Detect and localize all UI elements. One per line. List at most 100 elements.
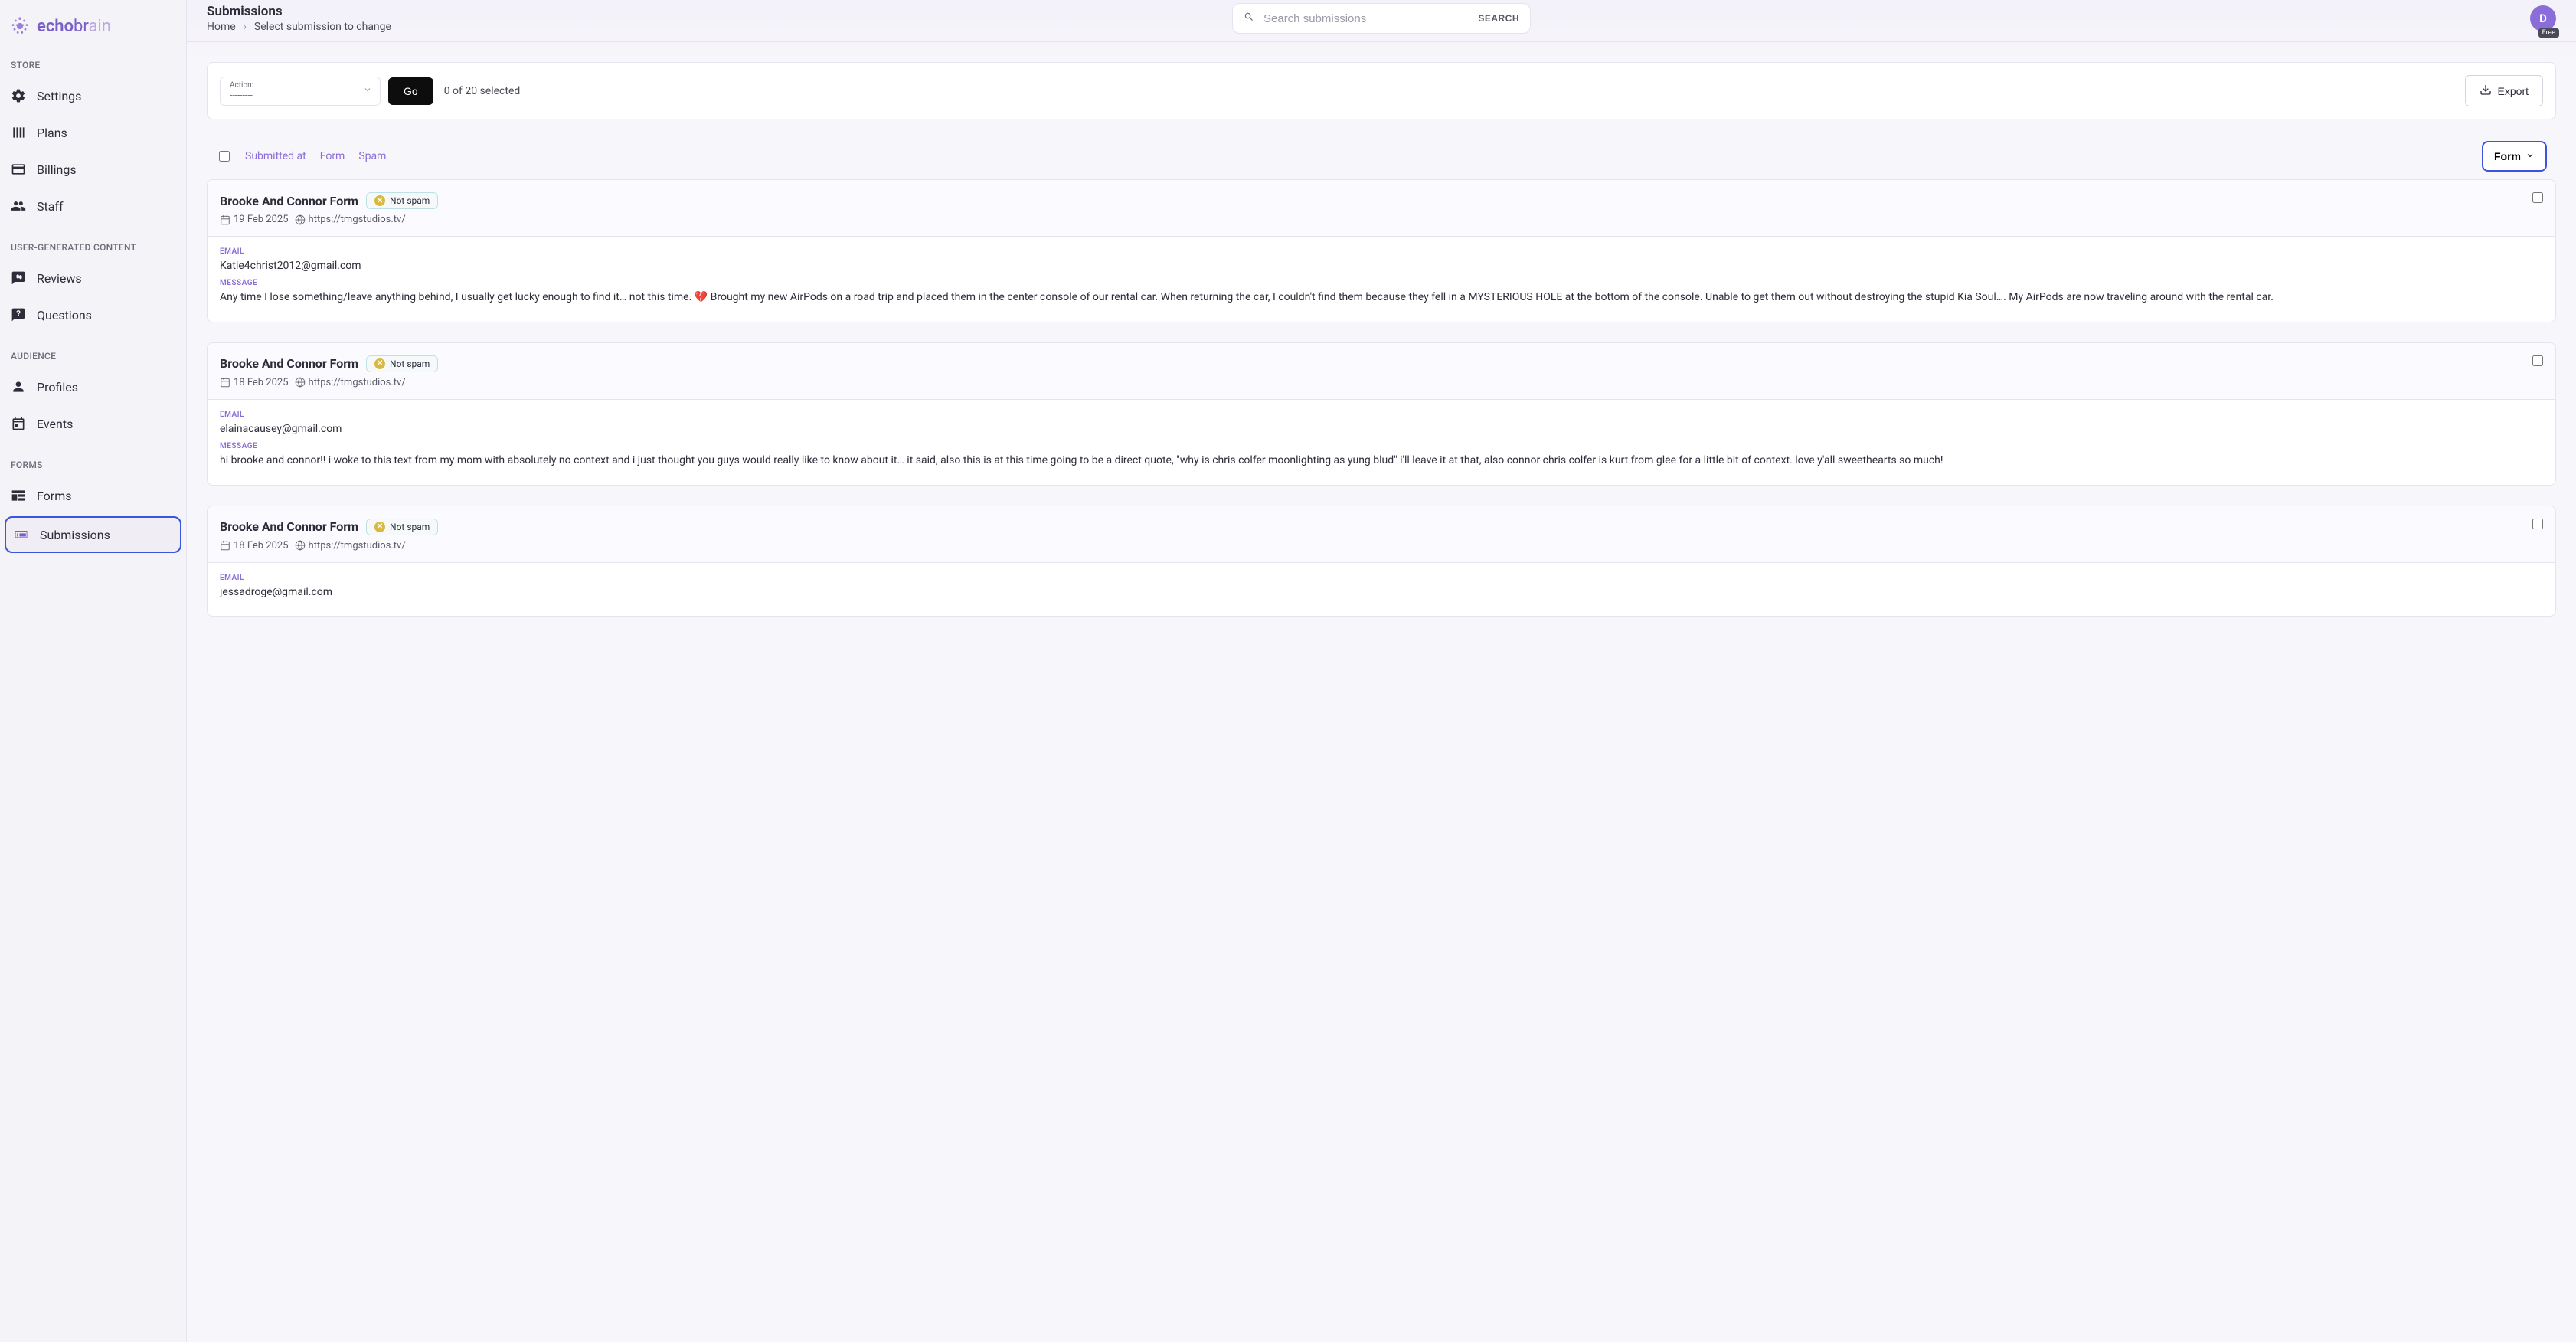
selection-count: 0 of 20 selected	[444, 85, 521, 97]
section-label-forms: FORMS	[0, 460, 186, 476]
sidebar-item-label: Billings	[37, 162, 77, 177]
table-controls: Submitted at Form Spam Form	[207, 141, 2556, 179]
submission-date: 18 Feb 2025	[220, 540, 289, 552]
chevron-down-icon	[2525, 150, 2535, 162]
sidebar-item-label: Submissions	[40, 528, 110, 542]
submission-card-body: EMAIL jessadroge@gmail.com	[208, 563, 2555, 616]
sidebar-item-settings[interactable]: Settings	[0, 78, 186, 113]
people-icon	[11, 198, 26, 214]
submission-card-header: Brooke And Connor Form ✕ Not spam 18 Feb…	[208, 506, 2555, 563]
sidebar-item-questions[interactable]: Questions	[0, 297, 186, 332]
submission-card: Brooke And Connor Form ✕ Not spam 18 Feb…	[207, 506, 2556, 617]
calendar-icon	[220, 540, 230, 551]
globe-icon	[295, 540, 306, 551]
email-label: EMAIL	[220, 574, 2543, 582]
sidebar-item-submissions[interactable]: Submissions	[5, 516, 181, 553]
export-button[interactable]: Export	[2465, 75, 2543, 106]
submission-message: Any time I lose something/leave anything…	[220, 289, 2543, 306]
main-content: Submissions Home › Select submission to …	[187, 0, 2576, 1342]
brand-logo-icon	[9, 15, 31, 37]
submission-card-body: EMAIL elainacausey@gmail.com MESSAGE hi …	[208, 400, 2555, 485]
message-label: MESSAGE	[220, 442, 2543, 450]
sidebar-item-profiles[interactable]: Profiles	[0, 369, 186, 404]
submission-form-name[interactable]: Brooke And Connor Form	[220, 356, 358, 371]
avatar-plan-badge: Free	[2538, 28, 2559, 38]
submission-message: hi brooke and connor!! i woke to this te…	[220, 452, 2543, 469]
brand-name: echobrain	[37, 17, 111, 36]
spam-badge[interactable]: ✕ Not spam	[366, 355, 438, 372]
search-icon	[1244, 11, 1254, 25]
sidebar-item-billings[interactable]: Billings	[0, 152, 186, 187]
form-icon	[11, 488, 26, 503]
spam-badge-label: Not spam	[390, 358, 430, 369]
sidebar-item-reviews[interactable]: Reviews	[0, 260, 186, 296]
export-button-label: Export	[2498, 85, 2529, 97]
sidebar-item-label: Profiles	[37, 380, 78, 394]
avatar-container[interactable]: D Free	[2530, 5, 2556, 31]
sidebar-item-label: Plans	[37, 126, 67, 140]
action-select-value: ---------	[230, 90, 371, 100]
event-icon	[11, 416, 26, 431]
select-all-checkbox[interactable]	[219, 151, 230, 162]
download-icon	[2480, 83, 2492, 98]
sort-form[interactable]: Form	[320, 150, 345, 162]
header: Submissions Home › Select submission to …	[187, 0, 2576, 42]
submission-form-name[interactable]: Brooke And Connor Form	[220, 519, 358, 534]
action-select-label: Action:	[230, 81, 371, 90]
submission-checkbox[interactable]	[2532, 519, 2543, 529]
action-select[interactable]: Action: ---------	[220, 77, 381, 106]
question-icon	[11, 307, 26, 322]
submission-email: Katie4christ2012@gmail.com	[220, 257, 2543, 274]
sidebar-item-forms[interactable]: Forms	[0, 478, 186, 513]
section-label-store: STORE	[0, 60, 186, 77]
spam-badge[interactable]: ✕ Not spam	[366, 519, 438, 535]
sidebar-item-label: Reviews	[37, 271, 82, 286]
sidebar: echobrain STORE Settings Plans	[0, 0, 187, 1342]
search-button[interactable]: SEARCH	[1478, 13, 1519, 24]
submission-url: https://tmgstudios.tv/	[295, 214, 406, 225]
spam-badge-label: Not spam	[390, 522, 430, 532]
email-label: EMAIL	[220, 411, 2543, 419]
section-label-ugc: USER-GENERATED CONTENT	[0, 242, 186, 259]
not-spam-icon: ✕	[374, 522, 385, 532]
breadcrumb-separator: ›	[244, 21, 247, 33]
gear-icon	[11, 88, 26, 103]
go-button[interactable]: Go	[388, 77, 433, 105]
submission-url: https://tmgstudios.tv/	[295, 377, 406, 388]
form-filter-button[interactable]: Form	[2482, 141, 2547, 172]
submission-checkbox[interactable]	[2532, 192, 2543, 203]
spam-badge-label: Not spam	[390, 195, 430, 206]
search-input[interactable]	[1263, 12, 1478, 25]
breadcrumb-current: Select submission to change	[254, 21, 391, 33]
email-label: EMAIL	[220, 247, 2543, 256]
sidebar-item-label: Questions	[37, 308, 92, 322]
sidebar-item-events[interactable]: Events	[0, 406, 186, 441]
action-bar: Action: --------- Go 0 of 20 selected Ex…	[207, 62, 2556, 119]
spam-badge[interactable]: ✕ Not spam	[366, 192, 438, 209]
sidebar-item-staff[interactable]: Staff	[0, 188, 186, 224]
sidebar-item-plans[interactable]: Plans	[0, 115, 186, 150]
submission-form-name[interactable]: Brooke And Connor Form	[220, 194, 358, 208]
message-label: MESSAGE	[220, 279, 2543, 287]
submission-card-header: Brooke And Connor Form ✕ Not spam 19 Feb…	[208, 180, 2555, 237]
submission-checkbox[interactable]	[2532, 355, 2543, 366]
globe-icon	[295, 214, 306, 225]
search-bar: SEARCH	[1232, 3, 1531, 34]
sort-spam[interactable]: Spam	[358, 150, 386, 162]
sidebar-item-label: Settings	[37, 89, 81, 103]
calendar-icon	[220, 214, 230, 225]
logo[interactable]: echobrain	[0, 0, 186, 60]
person-icon	[11, 379, 26, 394]
card-icon	[11, 162, 26, 177]
submission-date: 19 Feb 2025	[220, 214, 289, 225]
submission-date: 18 Feb 2025	[220, 377, 289, 388]
submission-email: jessadroge@gmail.com	[220, 584, 2543, 601]
breadcrumb-home[interactable]: Home	[207, 21, 236, 33]
section-label-audience: AUDIENCE	[0, 351, 186, 368]
not-spam-icon: ✕	[374, 358, 385, 369]
page-title: Submissions	[207, 4, 1232, 19]
submission-card: Brooke And Connor Form ✕ Not spam 19 Feb…	[207, 179, 2556, 322]
submission-card: Brooke And Connor Form ✕ Not spam 18 Feb…	[207, 342, 2556, 486]
sort-submitted-at[interactable]: Submitted at	[245, 150, 306, 162]
sidebar-item-label: Staff	[37, 199, 64, 214]
